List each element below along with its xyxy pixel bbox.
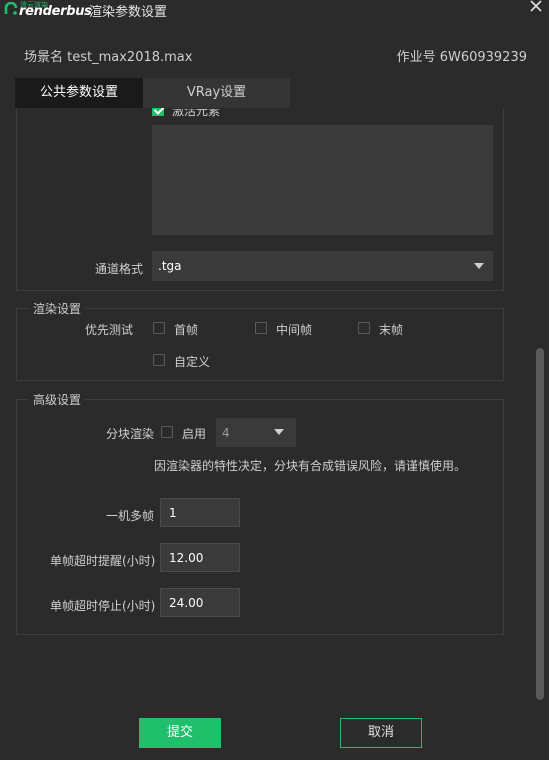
first-frame-checkbox[interactable] [153, 322, 165, 334]
close-icon[interactable] [527, 0, 545, 15]
chevron-down-icon [474, 263, 484, 269]
dialog-footer: 提交 取消 [0, 702, 549, 760]
submit-button[interactable]: 提交 [139, 718, 221, 748]
title-bar: 渲云渲染 renderbus 渲染参数设置 [0, 0, 549, 20]
advanced-settings-legend: 高级设置 [29, 391, 86, 408]
last-frame-label: 末帧 [379, 323, 404, 337]
render-settings-group: 渲染设置 优先测试 首帧 中间帧 末帧 自定义 [16, 300, 504, 381]
tab-vray-settings[interactable]: VRay设置 [143, 78, 290, 108]
timeout-stop-label: 单帧超时停止(小时) [50, 599, 156, 613]
channel-format-value: .tga [158, 259, 182, 273]
middle-frame-label: 中间帧 [276, 323, 313, 337]
timeout-stop-input[interactable]: 24.00 [160, 588, 240, 617]
channel-format-label: 通道格式 [95, 262, 144, 276]
renderbus-logo-icon [4, 2, 18, 15]
scene-name: 场景名 test_max2018.max [24, 50, 193, 65]
advanced-settings-group: 高级设置 分块渲染 启用 4 因渲染器的特性决定，分块有合成错误风险，请谨慎使用… [16, 391, 504, 635]
settings-scroll-area[interactable]: 激活元素 通道格式 .tga 渲染设置 优先测试 首帧 中间帧 末帧 自定义 高… [14, 108, 532, 702]
tile-count-select[interactable]: 4 [216, 418, 296, 447]
timeout-warn-input[interactable]: 12.00 [160, 543, 240, 572]
last-frame-checkbox[interactable] [358, 322, 370, 334]
scrollbar-track[interactable] [535, 108, 545, 702]
timeout-stop-value: 24.00 [169, 595, 204, 610]
render-elements-checkbox[interactable] [152, 108, 164, 116]
tab-common-settings[interactable]: 公共参数设置 [15, 78, 143, 108]
multi-frame-value: 1 [169, 505, 177, 520]
middle-frame-checkbox[interactable] [255, 322, 267, 334]
first-frame-label: 首帧 [174, 323, 199, 337]
channel-format-select[interactable]: .tga [152, 251, 493, 281]
render-elements-list[interactable] [152, 125, 493, 235]
chevron-down-icon [274, 429, 284, 435]
window-title: 渲染参数设置 [89, 5, 168, 20]
timeout-warn-label: 单帧超时提醒(小时) [50, 554, 156, 568]
tile-render-label: 分块渲染 [106, 427, 155, 441]
brand-label: renderbus [19, 4, 92, 19]
output-group: 激活元素 通道格式 .tga [16, 108, 504, 291]
custom-frame-label: 自定义 [174, 355, 211, 369]
render-elements-label: 激活元素 [172, 108, 221, 118]
priority-test-label: 优先测试 [85, 323, 134, 337]
multi-frame-label: 一机多帧 [106, 509, 155, 523]
tile-count-value: 4 [222, 425, 230, 440]
cancel-button[interactable]: 取消 [340, 718, 422, 748]
job-number: 作业号 6W60939239 [396, 50, 527, 65]
scrollbar-thumb[interactable] [536, 348, 544, 700]
render-settings-legend: 渲染设置 [29, 300, 86, 317]
tile-enable-checkbox[interactable] [161, 426, 173, 438]
tile-warning-note: 因渲染器的特性决定，分块有合成错误风险，请谨慎使用。 [154, 459, 467, 473]
custom-frame-checkbox[interactable] [153, 354, 165, 366]
multi-frame-input[interactable]: 1 [160, 498, 240, 527]
timeout-warn-value: 12.00 [169, 550, 204, 565]
tile-enable-label: 启用 [182, 427, 207, 441]
